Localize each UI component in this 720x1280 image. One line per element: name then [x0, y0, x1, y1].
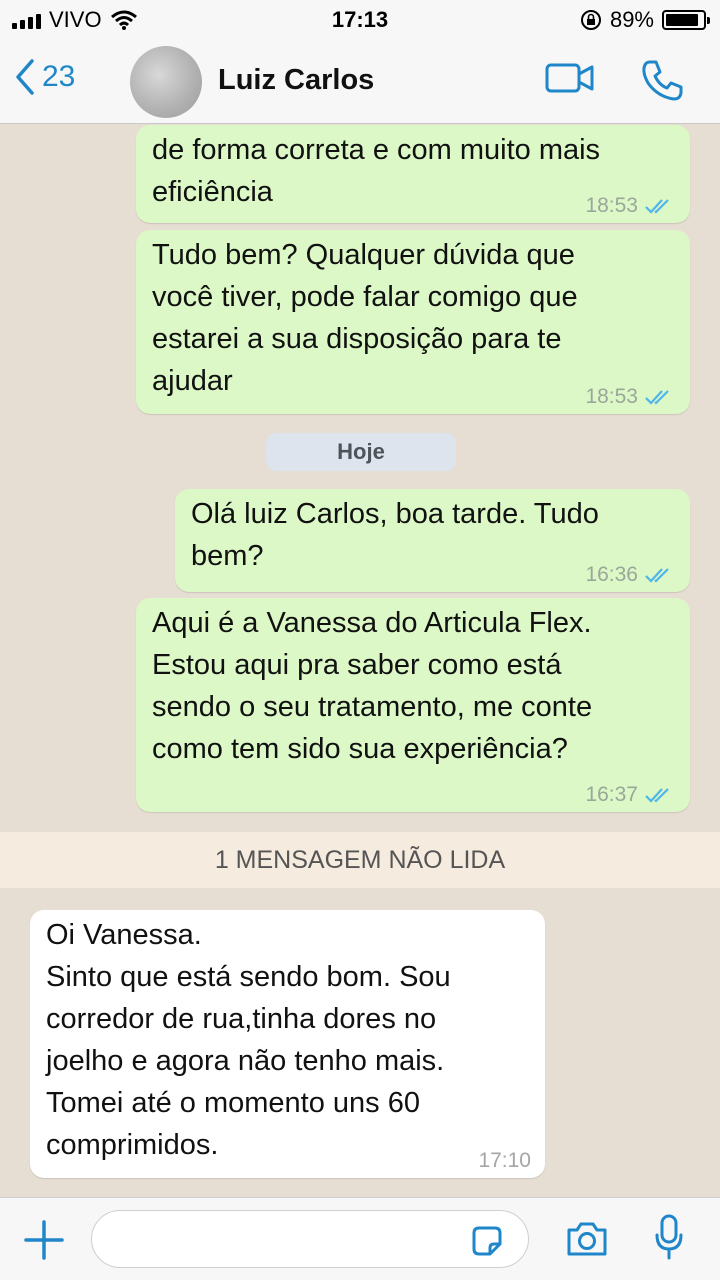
chat-header: 23 Luiz Carlos	[0, 40, 720, 124]
microphone-icon[interactable]	[654, 1214, 684, 1260]
read-ticks-icon	[645, 568, 669, 583]
message-meta: 16:37	[585, 782, 676, 808]
message-meta: 17:10	[478, 1148, 531, 1174]
message-text: Oi Vanessa. Sinto que está sendo bom. So…	[46, 919, 451, 1161]
message-text: Tudo bem? Qualquer dúvida que você tiver…	[152, 239, 578, 397]
message-meta: 18:53	[585, 193, 676, 219]
message-time: 18:53	[585, 194, 638, 217]
video-camera-icon[interactable]	[545, 62, 595, 94]
message-meta: 16:36	[585, 562, 676, 588]
unread-banner: 1 MENSAGEM NÃO LIDA	[0, 832, 720, 888]
battery-percent: 89%	[609, 7, 654, 32]
input-bar	[0, 1197, 720, 1280]
message-bubble-incoming[interactable]: Oi Vanessa. Sinto que está sendo bom. So…	[30, 910, 545, 1178]
avatar[interactable]	[130, 46, 202, 118]
chat-area[interactable]: de forma correta e com muito mais eficiê…	[0, 125, 720, 1197]
message-bubble-outgoing[interactable]: Aqui é a Vanessa do Articula Flex. Estou…	[136, 598, 690, 812]
message-bubble-outgoing[interactable]: Olá luiz Carlos, boa tarde. Tudo bem? 16…	[175, 489, 690, 592]
rotation-lock-icon	[580, 10, 601, 30]
message-bubble-outgoing[interactable]: de forma correta e com muito mais eficiê…	[136, 125, 690, 223]
message-time: 16:37	[585, 783, 638, 806]
message-meta: 18:53	[585, 384, 676, 410]
message-bubble-outgoing[interactable]: Tudo bem? Qualquer dúvida que você tiver…	[136, 230, 690, 414]
chevron-left-icon	[16, 59, 34, 95]
read-ticks-icon	[645, 390, 669, 405]
contact-name[interactable]: Luiz Carlos	[218, 64, 374, 97]
status-bar: VIVO 17:13 89%	[0, 0, 720, 40]
plus-icon[interactable]	[22, 1218, 66, 1262]
message-time: 16:36	[585, 563, 638, 586]
camera-icon[interactable]	[565, 1220, 609, 1258]
message-text: Aqui é a Vanessa do Articula Flex. Estou…	[152, 607, 593, 765]
phone-icon[interactable]	[640, 58, 684, 102]
read-ticks-icon	[645, 788, 669, 803]
read-ticks-icon	[645, 199, 669, 214]
status-right: 89%	[580, 7, 710, 33]
message-input[interactable]	[91, 1210, 529, 1268]
date-divider: Hoje	[266, 433, 456, 471]
message-time: 18:53	[585, 385, 638, 408]
back-count: 23	[42, 60, 76, 93]
battery-icon	[662, 10, 710, 30]
message-time: 17:10	[478, 1149, 531, 1172]
sticker-icon[interactable]	[470, 1224, 504, 1258]
back-button[interactable]: 23	[14, 58, 75, 96]
battery-fill	[666, 14, 699, 26]
